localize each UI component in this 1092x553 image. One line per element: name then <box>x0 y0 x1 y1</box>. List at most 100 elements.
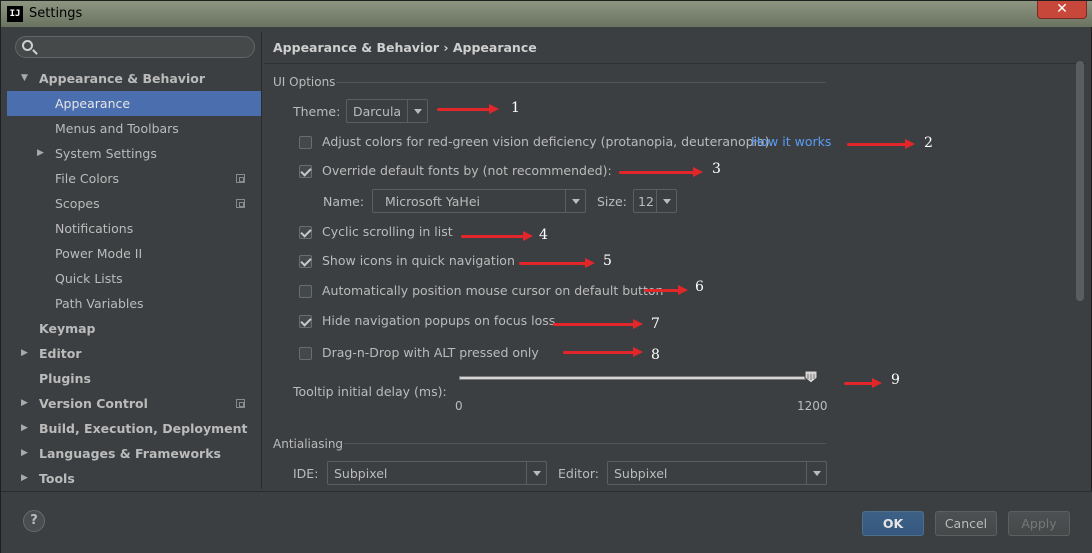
sidebar-item-label: Scopes <box>55 196 100 211</box>
font-size-dropdown[interactable]: 12 <box>633 189 677 213</box>
annotation-number-8: 8 <box>651 347 660 363</box>
show-icons-checkbox[interactable] <box>299 255 312 268</box>
sidebar-item-label: Version Control <box>39 396 148 411</box>
adjust-colors-checkbox[interactable] <box>299 136 312 149</box>
sidebar-item-label: Plugins <box>39 371 91 386</box>
sidebar-item-label: Appearance <box>55 96 131 111</box>
sidebar-item[interactable]: Path Variables <box>7 291 261 316</box>
annotation-arrow-8 <box>563 347 643 357</box>
cyclic-scrolling-label: Cyclic scrolling in list <box>322 224 453 239</box>
close-window-button[interactable]: ✕ <box>1037 1 1087 19</box>
content-scrollbar[interactable] <box>1076 61 1084 301</box>
auto-position-cursor-checkbox[interactable] <box>299 285 312 298</box>
settings-sidebar: ▼ Appearance & Behavior Appearance Menus an… <box>7 32 262 489</box>
hide-nav-popups-checkbox-row[interactable]: Hide navigation popups on focus loss <box>299 313 599 331</box>
editor-antialiasing-value: Subpixel <box>614 466 668 481</box>
ide-antialiasing-dropdown[interactable]: Subpixel <box>327 461 547 485</box>
hide-nav-popups-checkbox[interactable] <box>299 315 312 328</box>
override-fonts-checkbox[interactable] <box>299 165 312 178</box>
drag-n-drop-checkbox-row[interactable]: Drag-n-Drop with ALT pressed only <box>299 345 599 363</box>
expand-arrow-down-icon[interactable]: ▼ <box>21 66 28 91</box>
sidebar-item[interactable]: Quick Lists <box>7 266 261 291</box>
search-input[interactable] <box>40 39 246 55</box>
chevron-down-icon <box>407 100 427 122</box>
sidebar-item[interactable]: Scopes <box>7 191 261 216</box>
annotation-arrow-2 <box>847 139 915 149</box>
sidebar-item-label: System Settings <box>55 146 157 161</box>
sidebar-item[interactable]: ▶ Build, Execution, Deployment <box>7 416 261 441</box>
theme-dropdown[interactable]: Darcula <box>346 99 428 123</box>
editor-label: Editor: <box>558 466 599 481</box>
title-bar: IJ Settings ✕ <box>1 1 1092 27</box>
override-fonts-checkbox-row[interactable]: Override default fonts by (not recommend… <box>299 163 612 181</box>
annotation-number-1: 1 <box>511 100 520 116</box>
expand-arrow-right-icon[interactable]: ▶ <box>21 341 28 366</box>
tooltip-delay-slider-knob[interactable] <box>804 370 818 384</box>
how-it-works-link[interactable]: How it works <box>751 134 831 149</box>
sidebar-item-label: Build, Execution, Deployment <box>39 421 248 436</box>
settings-window: IJ Settings ✕ ▼ Appearance & Behavior Appe… <box>0 0 1092 553</box>
sidebar-item[interactable]: ▶ Editor <box>7 341 261 366</box>
theme-label: Theme: <box>293 104 341 119</box>
sidebar-item[interactable]: ▶ System Settings <box>7 141 261 166</box>
ok-button[interactable]: OK <box>862 511 924 536</box>
sidebar-item[interactable]: ▶ Tools <box>7 466 261 491</box>
sidebar-item[interactable]: Menus and Toolbars <box>7 116 261 141</box>
font-name-dropdown[interactable]: Microsoft YaHei <box>372 189 586 213</box>
annotation-number-9: 9 <box>891 372 900 388</box>
expand-arrow-right-icon[interactable]: ▶ <box>21 416 28 441</box>
tooltip-delay-slider-track[interactable] <box>459 376 811 380</box>
cyclic-scrolling-checkbox-row[interactable]: Cyclic scrolling in list <box>299 224 599 242</box>
antialiasing-title: Antialiasing <box>273 437 344 451</box>
sidebar-item-label: Tools <box>39 471 75 486</box>
tooltip-min-label: 0 <box>455 399 463 413</box>
sidebar-item[interactable]: Appearance <box>7 91 261 116</box>
sidebar-item[interactable]: Notifications <box>7 216 261 241</box>
sidebar-item[interactable]: Keymap <box>7 316 261 341</box>
chevron-down-icon <box>565 190 585 212</box>
font-size-value: 12 <box>638 194 654 209</box>
drag-n-drop-checkbox[interactable] <box>299 347 312 360</box>
annotation-arrow-3 <box>619 167 703 177</box>
settings-search[interactable] <box>15 36 255 58</box>
annotation-arrow-5 <box>519 258 595 268</box>
theme-value: Darcula <box>353 104 402 119</box>
annotation-number-2: 2 <box>924 135 933 151</box>
sidebar-item[interactable]: ▶ Version Control <box>7 391 261 416</box>
auto-position-cursor-checkbox-row[interactable]: Automatically position mouse cursor on d… <box>299 283 699 301</box>
annotation-number-4: 4 <box>539 227 548 243</box>
dialog-footer: ? OK Cancel Apply <box>1 491 1092 553</box>
sidebar-item-label: Menus and Toolbars <box>55 121 179 136</box>
expand-arrow-right-icon[interactable]: ▶ <box>21 391 28 416</box>
sidebar-item[interactable]: Plugins <box>7 366 261 391</box>
show-icons-label: Show icons in quick navigation <box>322 253 515 268</box>
annotation-arrow-6 <box>644 285 688 295</box>
cyclic-scrolling-checkbox[interactable] <box>299 226 312 239</box>
sidebar-item-label: File Colors <box>55 171 120 186</box>
sidebar-item-label: Keymap <box>39 321 96 336</box>
expand-arrow-right-icon[interactable]: ▶ <box>37 141 44 166</box>
annotation-number-7: 7 <box>651 316 660 332</box>
adjust-colors-checkbox-row[interactable]: Adjust colors for red-green vision defic… <box>299 134 770 152</box>
sidebar-item-label: Editor <box>39 346 82 361</box>
apply-button[interactable]: Apply <box>1008 511 1070 536</box>
sidebar-item[interactable]: ▶ Languages & Frameworks <box>7 441 261 466</box>
sidebar-item[interactable]: Power Mode II <box>7 241 261 266</box>
antialiasing-divider <box>344 443 826 444</box>
sidebar-item-label: Power Mode II <box>55 246 143 261</box>
sidebar-item[interactable]: File Colors <box>7 166 261 191</box>
editor-antialiasing-dropdown[interactable]: Subpixel <box>607 461 827 485</box>
settings-content: Appearance & Behavior › Appearance UI Op… <box>264 32 1086 489</box>
annotation-arrow-9 <box>844 378 882 388</box>
annotation-number-3: 3 <box>712 161 721 177</box>
sidebar-item[interactable]: ▼ Appearance & Behavior <box>7 66 261 91</box>
sidebar-item-label: Path Variables <box>55 296 144 311</box>
hide-nav-popups-label: Hide navigation popups on focus loss <box>322 313 556 328</box>
annotation-number-5: 5 <box>603 253 612 269</box>
help-icon[interactable]: ? <box>23 510 45 532</box>
cancel-button[interactable]: Cancel <box>935 511 997 536</box>
auto-position-cursor-label: Automatically position mouse cursor on d… <box>322 283 664 298</box>
expand-arrow-right-icon[interactable]: ▶ <box>21 466 28 491</box>
font-name-value: Microsoft YaHei <box>385 194 480 209</box>
expand-arrow-right-icon[interactable]: ▶ <box>21 441 28 466</box>
